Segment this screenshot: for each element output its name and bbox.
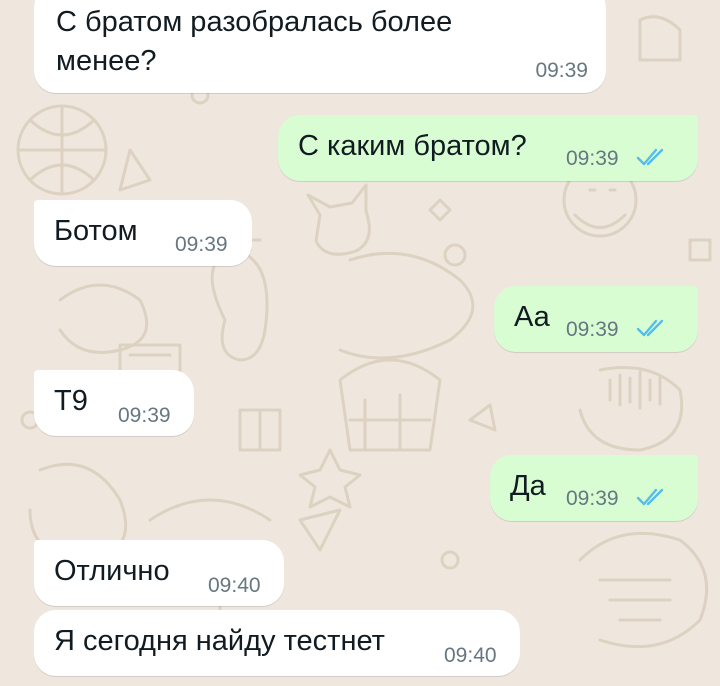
message-bubble-incoming[interactable]: Отлично 09:40 [34, 540, 284, 606]
message-time: 09:39 [535, 59, 588, 82]
message-bubble-outgoing[interactable]: Аа 09:39 [494, 286, 698, 352]
message-bubble-outgoing[interactable]: С каким братом? 09:39 [278, 115, 698, 181]
message-bubble-incoming[interactable]: Ботом 09:39 [34, 200, 252, 266]
chat-messages: С братом разобралась более менее? 09:39 … [0, 0, 720, 686]
message-time: 09:40 [208, 574, 261, 597]
message-bubble-incoming[interactable]: Я сегодня найду тестнет 09:40 [34, 610, 520, 676]
message-text: С каким братом? [298, 130, 527, 162]
double-check-icon [636, 148, 664, 166]
message-time: 09:39 [118, 404, 171, 427]
double-check-icon [636, 319, 664, 337]
message-text: Т9 [54, 385, 88, 417]
message-time: 09:39 [566, 318, 619, 341]
message-bubble-outgoing[interactable]: Да 09:39 [490, 455, 698, 521]
message-text: С братом разобралась более [56, 6, 453, 38]
message-bubble-incoming[interactable]: Т9 09:39 [34, 370, 194, 436]
message-time: 09:39 [175, 233, 228, 256]
message-text: Я сегодня найду тестнет [54, 625, 385, 657]
message-text: Ботом [54, 215, 138, 247]
message-text: Аа [514, 301, 550, 333]
message-text: Да [510, 470, 546, 502]
message-text: менее? [56, 45, 157, 77]
message-text: Отлично [54, 555, 170, 587]
message-time: 09:39 [566, 487, 619, 510]
message-time: 09:39 [566, 147, 619, 170]
double-check-icon [636, 488, 664, 506]
message-bubble-incoming[interactable]: С братом разобралась более менее? 09:39 [34, 0, 606, 93]
message-time: 09:40 [444, 644, 497, 667]
